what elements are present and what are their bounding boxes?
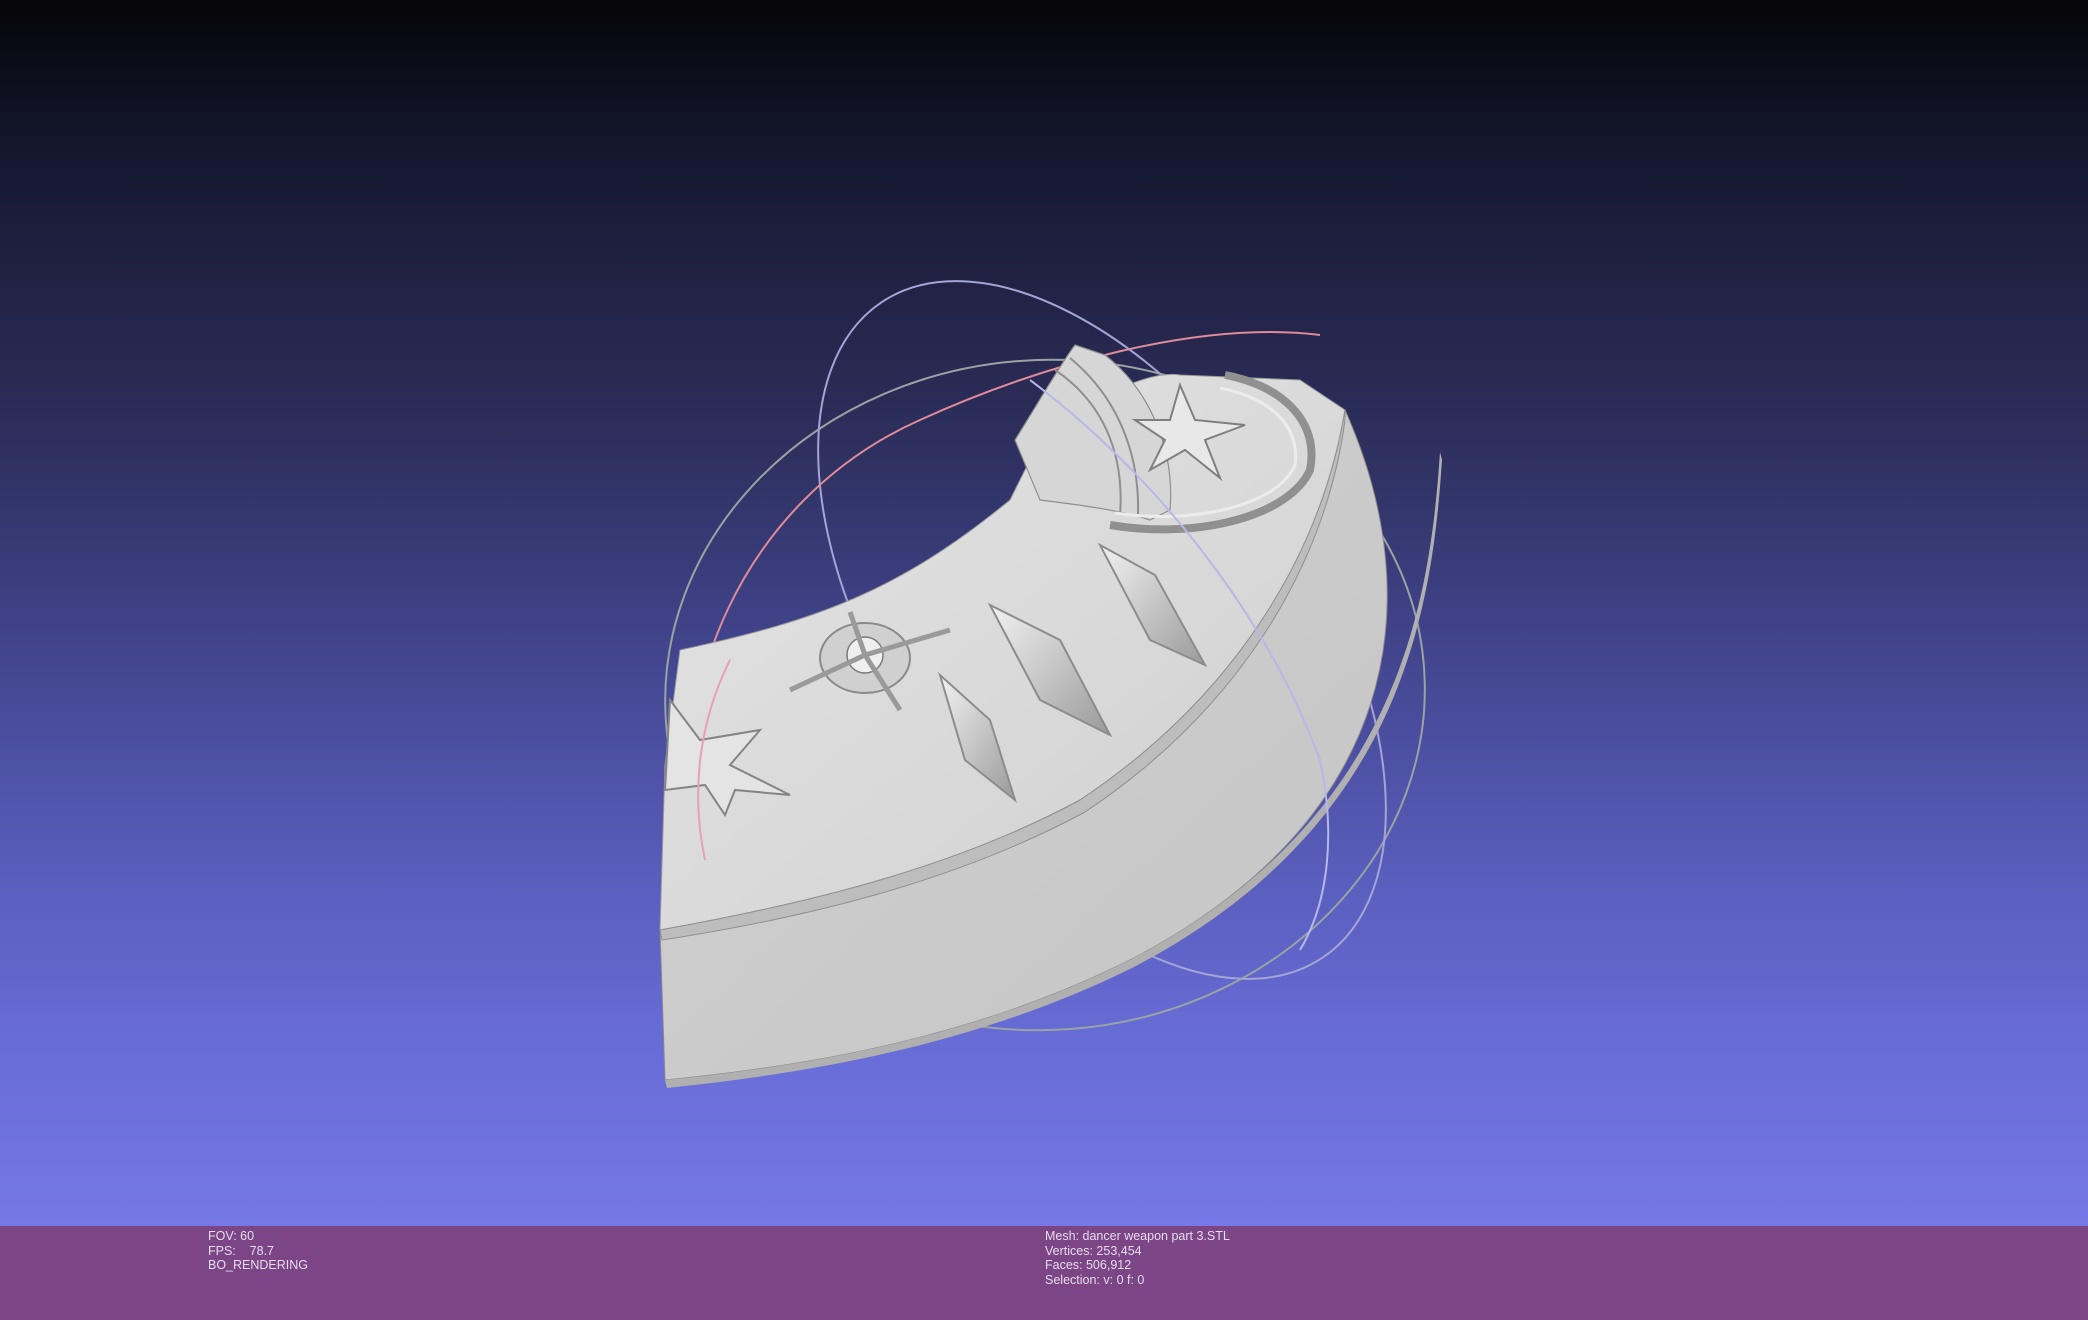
mesh-info: Mesh: dancer weapon part 3.STL Vertices:… [1045, 1229, 1230, 1287]
mesh-name: Mesh: dancer weapon part 3.STL [1045, 1229, 1230, 1243]
face-count: Faces: 506,912 [1045, 1258, 1132, 1272]
mesh-model[interactable] [659, 344, 1442, 1088]
selection-count: Selection: v: 0 f: 0 [1045, 1272, 1145, 1287]
fov-readout: FOV: 60 [208, 1229, 255, 1243]
vertex-count: Vertices: 253,454 [1045, 1243, 1142, 1258]
render-info: FOV: 60 FPS: 78.7 BO_RENDERING [208, 1229, 308, 1273]
scene-canvas[interactable] [0, 0, 2088, 1226]
3d-viewport[interactable] [0, 0, 2088, 1226]
render-mode-readout: BO_RENDERING [208, 1258, 309, 1272]
status-bar: FOV: 60 FPS: 78.7 BO_RENDERING Mesh: dan… [0, 1226, 2088, 1320]
fps-readout: FPS: 78.7 [208, 1243, 275, 1258]
